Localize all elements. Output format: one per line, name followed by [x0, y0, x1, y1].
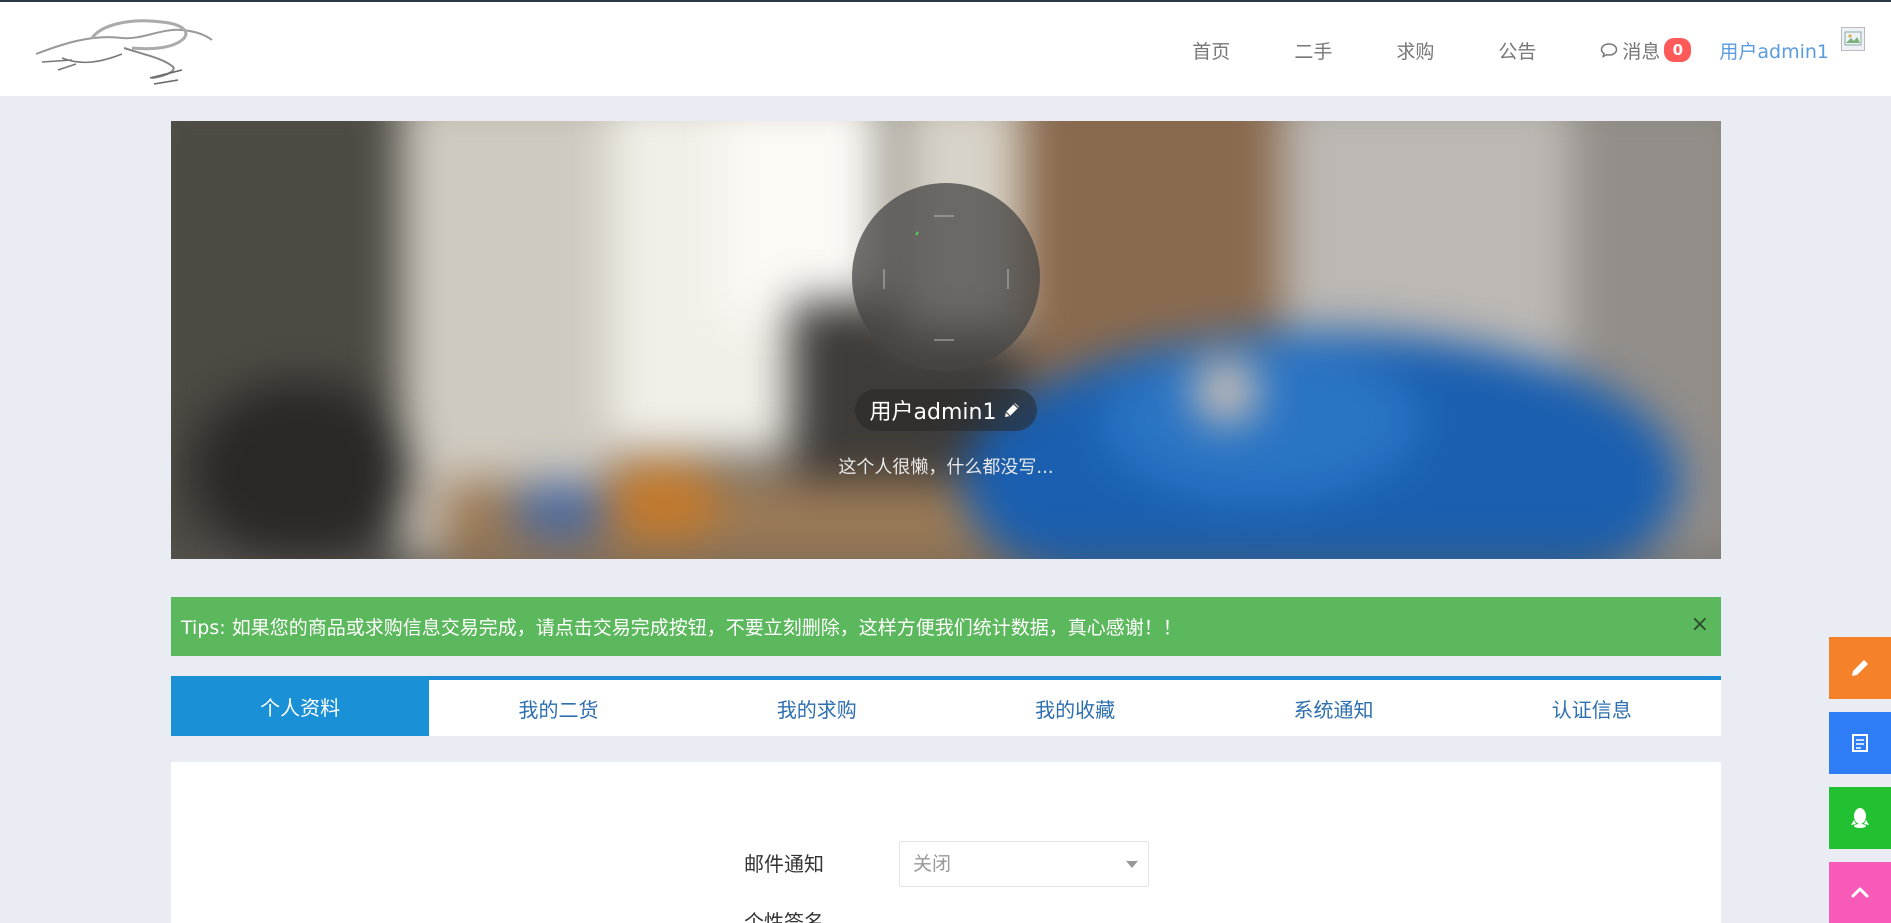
messages-count-badge: 0	[1664, 38, 1692, 62]
profile-signature: 这个人很懒，什么都没写...	[838, 457, 1054, 478]
tab-profile[interactable]: 个人资料	[171, 676, 430, 736]
chat-bubble-icon	[1601, 43, 1618, 58]
next-field-label: 个性签名	[744, 910, 824, 923]
caret-down-icon	[1126, 861, 1138, 868]
float-qq-button[interactable]	[1829, 787, 1891, 849]
nav-secondhand[interactable]: 二手	[1294, 37, 1332, 64]
chevron-up-icon	[1851, 887, 1869, 898]
profile-name: 用户admin1	[869, 400, 997, 425]
email-notify-select[interactable]: 关闭	[899, 841, 1149, 887]
tips-alert: Tips: 如果您的商品或求购信息交易完成，请点击交易完成按钮，不要立刻删除，这…	[171, 597, 1721, 656]
broken-image-icon	[1844, 31, 1862, 46]
close-icon[interactable]: ×	[1691, 613, 1709, 637]
tab-system-notices[interactable]: 系统通知	[1204, 680, 1462, 736]
nav-user-name[interactable]: 用户admin1	[1719, 37, 1829, 64]
tab-my-favorites[interactable]: 我的收藏	[946, 680, 1204, 736]
profile-form-panel: 邮件通知 关闭 个性签名	[171, 762, 1721, 923]
pencil-icon	[1852, 660, 1868, 676]
profile-tabs: 个人资料 我的二货 我的求购 我的收藏 系统通知 认证信息	[171, 676, 1721, 736]
tips-text: Tips: 如果您的商品或求购信息交易完成，请点击交易完成按钮，不要立刻删除，这…	[181, 617, 1182, 639]
float-note-button[interactable]	[1829, 712, 1891, 774]
avatar-placeholder-icon	[883, 215, 1009, 341]
nav-wanted[interactable]: 求购	[1396, 37, 1434, 64]
site-logo[interactable]	[32, 14, 217, 86]
email-notify-value: 关闭	[913, 853, 952, 875]
edit-pencil-icon[interactable]	[1002, 400, 1022, 420]
note-icon	[1852, 734, 1868, 752]
profile-name-pill[interactable]: 用户admin1	[855, 389, 1037, 431]
tab-my-wanted[interactable]: 我的求购	[688, 680, 946, 736]
user-avatar[interactable]	[1841, 27, 1865, 51]
qq-icon	[1851, 808, 1869, 828]
tab-my-items[interactable]: 我的二货	[429, 680, 687, 736]
profile-banner: 用户admin1 这个人很懒，什么都没写...	[171, 121, 1721, 559]
nav-home[interactable]: 首页	[1192, 37, 1230, 64]
messages-label: 消息	[1622, 40, 1661, 63]
top-navbar: 首页 二手 求购 公告 消息 0 用户admin1	[0, 0, 1891, 96]
email-notify-label: 邮件通知	[744, 852, 824, 876]
nav-announcements[interactable]: 公告	[1498, 37, 1536, 64]
main-nav: 首页 二手 求购 公告 消息 0 用户admin1	[1192, 2, 1891, 98]
tab-verification[interactable]: 认证信息	[1463, 680, 1721, 736]
profile-avatar[interactable]	[852, 183, 1040, 371]
float-edit-button[interactable]	[1829, 637, 1891, 699]
nav-messages[interactable]: 消息 0	[1600, 37, 1692, 64]
float-back-to-top-button[interactable]	[1829, 862, 1891, 923]
